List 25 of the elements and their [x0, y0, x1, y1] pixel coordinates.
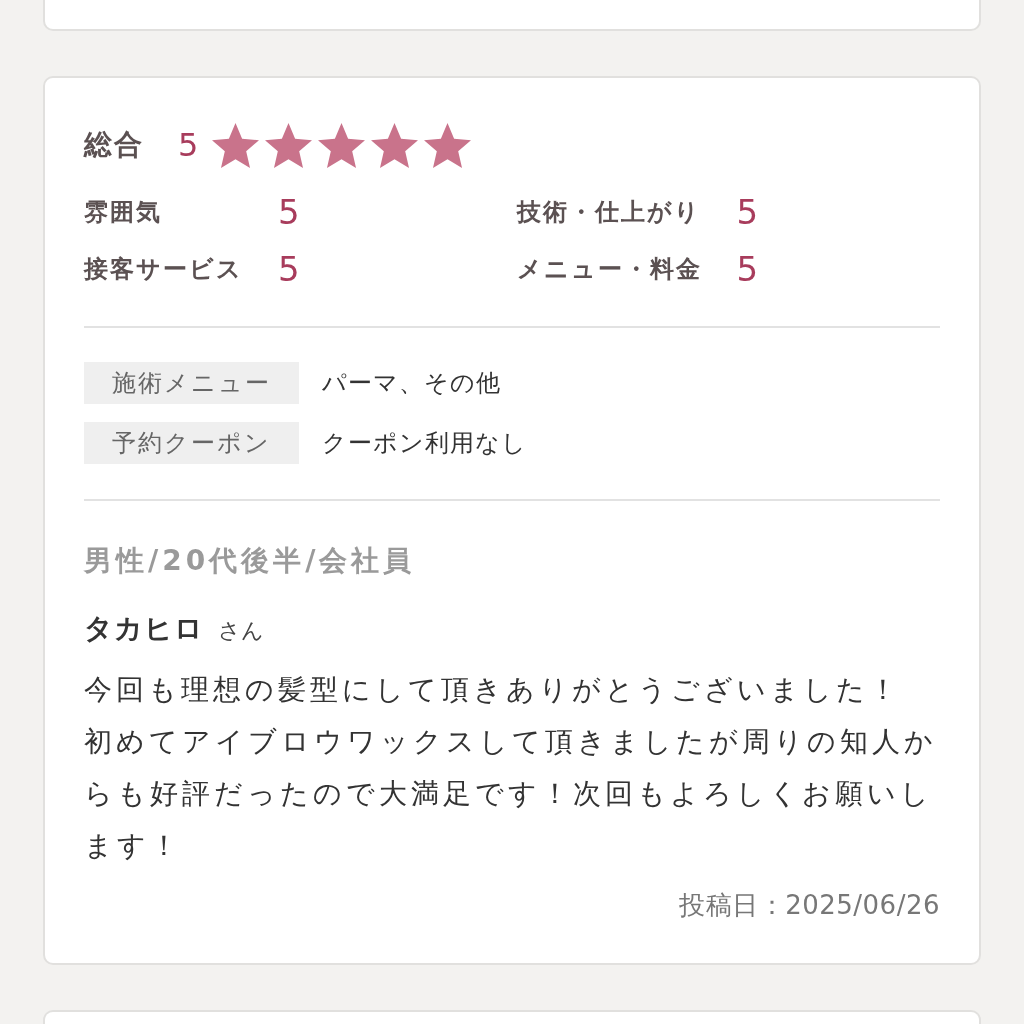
overall-score: 5: [178, 125, 199, 165]
review-text: 初めてアイブロウワックスして頂きましたが周りの知人からも好評だったので大満足です！次回もよろしくお願いします！: [84, 724, 938, 864]
rating-score: 5: [736, 248, 760, 291]
detail-label: 施術メニュー: [84, 362, 299, 404]
rating-label: 技術・仕上がり: [516, 197, 702, 228]
rating-label: 雰囲気: [84, 197, 163, 228]
rating-score: 5: [736, 191, 760, 234]
star-icon: [371, 122, 419, 168]
star-icon: [318, 122, 366, 168]
posted-date: 投稿日：2025/06/26: [679, 889, 940, 921]
review-text: 今回も理想の髪型にして頂きありがとうございました！: [84, 672, 902, 708]
star-icon: [424, 122, 472, 168]
detail-value: クーポン利用なし: [322, 428, 527, 459]
star-icon: [265, 122, 313, 168]
star-icon: [212, 122, 260, 168]
detail-value: パーマ、その他: [322, 368, 501, 399]
overall-label: 総合: [84, 127, 144, 163]
rating-score: 5: [278, 191, 301, 234]
detail-label: 予約クーポン: [84, 422, 299, 464]
rating-label: 接客サービス: [84, 254, 243, 285]
name-suffix: さん: [218, 617, 264, 645]
reviewer-profile: 男性/20代後半/会社員: [84, 543, 417, 579]
rating-score: 5: [278, 248, 301, 291]
rating-label: メニュー・料金: [516, 254, 702, 285]
reviewer-name: タカヒロ: [84, 611, 204, 647]
